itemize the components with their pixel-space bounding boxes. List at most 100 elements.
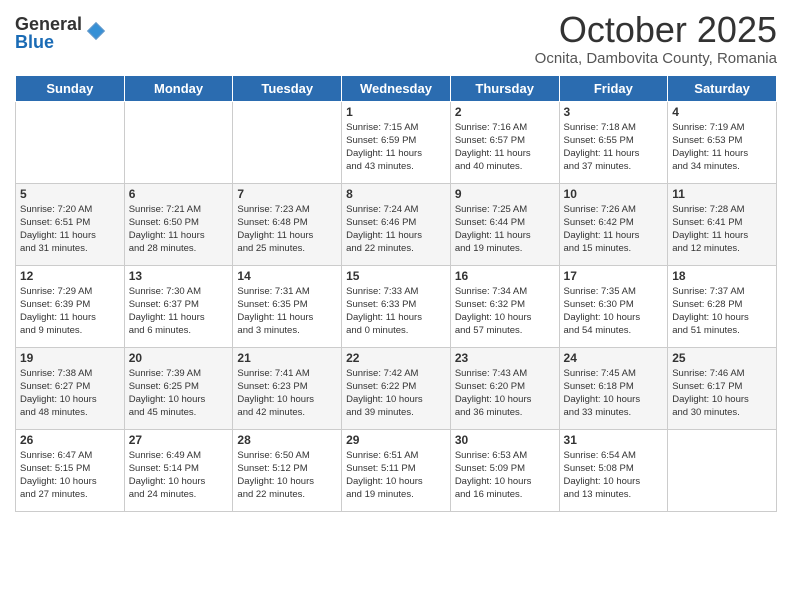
day-number: 12	[20, 269, 120, 283]
day-info: Sunrise: 7:37 AM Sunset: 6:28 PM Dayligh…	[672, 285, 772, 338]
calendar-cell: 30 Sunrise: 6:53 AM Sunset: 5:09 PM Dayli…	[450, 429, 559, 511]
calendar-cell: 2 Sunrise: 7:16 AM Sunset: 6:57 PM Daylig…	[450, 101, 559, 183]
calendar-cell: 28Sunrise: 6:50 AM Sunset: 5:12 PM Dayli…	[233, 429, 342, 511]
calendar-cell: 25Sunrise: 7:46 AM Sunset: 6:17 PM Dayli…	[668, 347, 777, 429]
day-info: Sunrise: 7:25 AM Sunset: 6:44 PM Dayligh…	[455, 203, 555, 256]
day-number: 26	[20, 433, 120, 447]
day-info: Sunrise: 7:28 AM Sunset: 6:41 PM Dayligh…	[672, 203, 772, 256]
day-number: 20	[129, 351, 229, 365]
day-number: 13	[129, 269, 229, 283]
day-number: 28	[237, 433, 337, 447]
calendar-cell: 11 Sunrise: 7:28 AM Sunset: 6:41 PM Dayli…	[668, 183, 777, 265]
calendar-cell: 19Sunrise: 7:38 AM Sunset: 6:27 PM Dayli…	[16, 347, 125, 429]
day-info: Sunrise: 6:53 AM Sunset: 5:09 PM Dayligh…	[455, 449, 555, 502]
day-number: 4	[672, 105, 772, 119]
day-info: Sunrise: 7:20 AM Sunset: 6:51 PM Dayligh…	[20, 203, 120, 256]
day-info: Sunrise: 6:51 AM Sunset: 5:11 PM Dayligh…	[346, 449, 446, 502]
day-number: 11	[672, 187, 772, 201]
day-number: 6	[129, 187, 229, 201]
day-info: Sunrise: 7:15 AM Sunset: 6:59 PM Dayligh…	[346, 121, 446, 174]
day-info: Sunrise: 7:21 AM Sunset: 6:50 PM Dayligh…	[129, 203, 229, 256]
calendar-week-4: 26 Sunrise: 6:47 AM Sunset: 5:15 PM Dayli…	[16, 429, 777, 511]
day-number: 5	[20, 187, 120, 201]
day-info: Sunrise: 7:38 AM Sunset: 6:27 PM Dayligh…	[20, 367, 120, 420]
logo-blue: Blue	[15, 33, 82, 51]
calendar-cell: 8 Sunrise: 7:24 AM Sunset: 6:46 PM Daylig…	[342, 183, 451, 265]
day-info: Sunrise: 6:47 AM Sunset: 5:15 PM Dayligh…	[20, 449, 120, 502]
day-number: 21	[237, 351, 337, 365]
month-title: October 2025	[535, 10, 777, 50]
calendar-cell: 31 Sunrise: 6:54 AM Sunset: 5:08 PM Dayli…	[559, 429, 668, 511]
logo-general: General	[15, 15, 82, 33]
calendar-cell: 6 Sunrise: 7:21 AM Sunset: 6:50 PM Daylig…	[124, 183, 233, 265]
calendar-cell: 1 Sunrise: 7:15 AM Sunset: 6:59 PM Daylig…	[342, 101, 451, 183]
calendar-cell: 4Sunrise: 7:19 AM Sunset: 6:53 PM Daylig…	[668, 101, 777, 183]
calendar-cell: 18 Sunrise: 7:37 AM Sunset: 6:28 PM Dayli…	[668, 265, 777, 347]
calendar-cell: 29Sunrise: 6:51 AM Sunset: 5:11 PM Dayli…	[342, 429, 451, 511]
day-number: 22	[346, 351, 446, 365]
calendar-cell: 13Sunrise: 7:30 AM Sunset: 6:37 PM Dayli…	[124, 265, 233, 347]
logo: General Blue	[15, 15, 107, 51]
calendar-week-2: 12 Sunrise: 7:29 AM Sunset: 6:39 PM Dayli…	[16, 265, 777, 347]
day-info: Sunrise: 7:26 AM Sunset: 6:42 PM Dayligh…	[564, 203, 664, 256]
calendar-cell	[124, 101, 233, 183]
day-number: 15	[346, 269, 446, 283]
day-number: 18	[672, 269, 772, 283]
day-number: 2	[455, 105, 555, 119]
day-info: Sunrise: 7:29 AM Sunset: 6:39 PM Dayligh…	[20, 285, 120, 338]
header-monday: Monday	[124, 75, 233, 101]
header-saturday: Saturday	[668, 75, 777, 101]
day-info: Sunrise: 7:31 AM Sunset: 6:35 PM Dayligh…	[237, 285, 337, 338]
calendar-week-1: 5 Sunrise: 7:20 AM Sunset: 6:51 PM Daylig…	[16, 183, 777, 265]
calendar-cell: 9 Sunrise: 7:25 AM Sunset: 6:44 PM Daylig…	[450, 183, 559, 265]
day-info: Sunrise: 7:41 AM Sunset: 6:23 PM Dayligh…	[237, 367, 337, 420]
day-number: 27	[129, 433, 229, 447]
day-info: Sunrise: 7:45 AM Sunset: 6:18 PM Dayligh…	[564, 367, 664, 420]
day-info: Sunrise: 7:35 AM Sunset: 6:30 PM Dayligh…	[564, 285, 664, 338]
calendar-cell	[668, 429, 777, 511]
calendar-cell: 7Sunrise: 7:23 AM Sunset: 6:48 PM Daylig…	[233, 183, 342, 265]
calendar-table: Sunday Monday Tuesday Wednesday Thursday…	[15, 75, 777, 512]
day-number: 9	[455, 187, 555, 201]
header-wednesday: Wednesday	[342, 75, 451, 101]
day-info: Sunrise: 7:34 AM Sunset: 6:32 PM Dayligh…	[455, 285, 555, 338]
day-number: 3	[564, 105, 664, 119]
day-number: 31	[564, 433, 664, 447]
calendar-week-0: 1 Sunrise: 7:15 AM Sunset: 6:59 PM Daylig…	[16, 101, 777, 183]
calendar-week-3: 19Sunrise: 7:38 AM Sunset: 6:27 PM Dayli…	[16, 347, 777, 429]
calendar-cell: 12 Sunrise: 7:29 AM Sunset: 6:39 PM Dayli…	[16, 265, 125, 347]
day-number: 16	[455, 269, 555, 283]
calendar-header-row: Sunday Monday Tuesday Wednesday Thursday…	[16, 75, 777, 101]
day-info: Sunrise: 7:42 AM Sunset: 6:22 PM Dayligh…	[346, 367, 446, 420]
calendar-cell: 14 Sunrise: 7:31 AM Sunset: 6:35 PM Dayli…	[233, 265, 342, 347]
day-number: 8	[346, 187, 446, 201]
day-info: Sunrise: 7:16 AM Sunset: 6:57 PM Dayligh…	[455, 121, 555, 174]
day-info: Sunrise: 7:46 AM Sunset: 6:17 PM Dayligh…	[672, 367, 772, 420]
day-number: 17	[564, 269, 664, 283]
header-thursday: Thursday	[450, 75, 559, 101]
calendar-cell: 21 Sunrise: 7:41 AM Sunset: 6:23 PM Dayli…	[233, 347, 342, 429]
day-info: Sunrise: 7:23 AM Sunset: 6:48 PM Dayligh…	[237, 203, 337, 256]
calendar-cell: 16 Sunrise: 7:34 AM Sunset: 6:32 PM Dayli…	[450, 265, 559, 347]
day-info: Sunrise: 6:54 AM Sunset: 5:08 PM Dayligh…	[564, 449, 664, 502]
day-info: Sunrise: 7:24 AM Sunset: 6:46 PM Dayligh…	[346, 203, 446, 256]
day-number: 10	[564, 187, 664, 201]
header-friday: Friday	[559, 75, 668, 101]
calendar-cell: 10 Sunrise: 7:26 AM Sunset: 6:42 PM Dayli…	[559, 183, 668, 265]
day-number: 23	[455, 351, 555, 365]
calendar-cell: 20 Sunrise: 7:39 AM Sunset: 6:25 PM Dayli…	[124, 347, 233, 429]
day-info: Sunrise: 7:18 AM Sunset: 6:55 PM Dayligh…	[564, 121, 664, 174]
day-number: 30	[455, 433, 555, 447]
day-info: Sunrise: 7:39 AM Sunset: 6:25 PM Dayligh…	[129, 367, 229, 420]
header-sunday: Sunday	[16, 75, 125, 101]
calendar-cell: 26 Sunrise: 6:47 AM Sunset: 5:15 PM Dayli…	[16, 429, 125, 511]
header-tuesday: Tuesday	[233, 75, 342, 101]
calendar-cell: 23 Sunrise: 7:43 AM Sunset: 6:20 PM Dayli…	[450, 347, 559, 429]
day-info: Sunrise: 7:33 AM Sunset: 6:33 PM Dayligh…	[346, 285, 446, 338]
calendar-cell: 15 Sunrise: 7:33 AM Sunset: 6:33 PM Dayli…	[342, 265, 451, 347]
day-info: Sunrise: 7:43 AM Sunset: 6:20 PM Dayligh…	[455, 367, 555, 420]
title-block: October 2025 Ocnita, Dambovita County, R…	[535, 10, 777, 67]
day-number: 1	[346, 105, 446, 119]
day-number: 14	[237, 269, 337, 283]
page-header: General Blue October 2025 Ocnita, Dambov…	[15, 10, 777, 67]
